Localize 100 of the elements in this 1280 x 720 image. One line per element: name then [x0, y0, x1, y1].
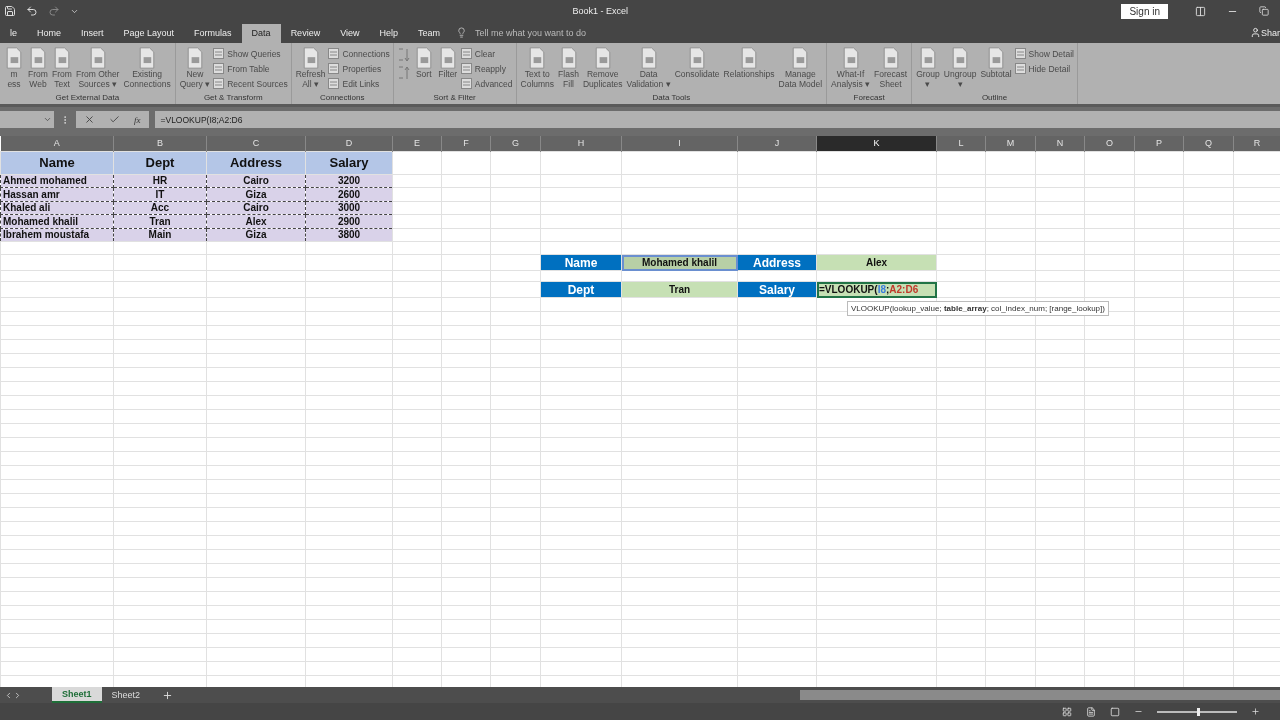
ribbon-button[interactable]: Clear	[460, 47, 513, 60]
group-label: Sort & Filter	[432, 93, 477, 104]
ribbon-button[interactable]: Group ▾	[915, 45, 941, 93]
column-header[interactable]: R	[1233, 136, 1280, 151]
document-icon	[986, 47, 1006, 69]
ribbon-button[interactable]: Edit Links	[328, 77, 390, 90]
column-header[interactable]: P	[1134, 136, 1184, 151]
ribbon-tab[interactable]: Data	[241, 24, 281, 43]
group-label: Get External Data	[54, 93, 121, 104]
column-header[interactable]: J	[737, 136, 817, 151]
ribbon-button[interactable]: Recent Sources	[213, 77, 288, 90]
list-icon	[213, 63, 225, 74]
ribbon-button[interactable]: Ungroup ▾	[942, 45, 978, 93]
insert-function-button[interactable]: fx	[134, 114, 141, 125]
ribbon-tab[interactable]: Team	[408, 24, 451, 43]
ribbon-tab[interactable]: Review	[280, 24, 331, 43]
table-cell: 2600	[305, 187, 393, 201]
list-icon	[328, 63, 340, 74]
zoom-slider[interactable]	[1157, 710, 1237, 713]
column-header[interactable]: F	[441, 136, 491, 151]
ribbon-tab[interactable]: le	[0, 24, 27, 43]
document-icon	[52, 47, 72, 69]
save-icon[interactable]	[4, 5, 16, 17]
ribbon-tab[interactable]: Formulas	[184, 24, 242, 43]
table-cell: Alex	[206, 214, 306, 228]
column-header[interactable]: O	[1084, 136, 1135, 151]
ribbon-button[interactable]: From Web	[27, 45, 49, 93]
add-sheet-icon[interactable]	[162, 689, 174, 701]
ribbon-button[interactable]: Reapply	[460, 62, 513, 75]
ribbon-button[interactable]: New Query ▾	[178, 45, 212, 93]
scroll-right-icon[interactable]	[13, 690, 22, 700]
ribbon-button[interactable]: From Other Sources ▾	[75, 45, 121, 93]
ribbon-button[interactable]: Properties	[328, 62, 390, 75]
column-header[interactable]: B	[113, 136, 207, 151]
list-icon	[1014, 63, 1026, 74]
column-header[interactable]: K	[816, 136, 937, 151]
lightbulb-icon[interactable]	[456, 27, 468, 38]
table-header-cell: Name	[0, 151, 114, 174]
ribbon-button[interactable]: Existing Connections	[122, 45, 172, 93]
column-header[interactable]: I	[621, 136, 738, 151]
function-tooltip: VLOOKUP(lookup_value; table_array; col_index_num; [range_lookup])	[847, 301, 1109, 316]
table-cell: Giza	[206, 187, 306, 201]
redo-icon[interactable]	[48, 5, 60, 17]
normal-view-icon[interactable]	[1062, 706, 1072, 717]
table-cell: Giza	[206, 228, 306, 242]
ribbon-button[interactable]: Subtotal	[979, 45, 1013, 93]
ribbon-button[interactable]: Data Validation ▾	[625, 45, 672, 93]
enter-icon[interactable]	[109, 114, 120, 125]
list-icon	[213, 78, 225, 89]
ribbon-button[interactable]: Text to Columns	[519, 45, 556, 93]
ribbon-button[interactable]: Relationships	[722, 45, 776, 93]
sign-in-button[interactable]: Sign in	[1121, 3, 1168, 19]
ribbon-button[interactable]: Show Queries	[213, 47, 288, 60]
zoom-in-icon[interactable]	[1251, 707, 1260, 716]
ribbon-button[interactable]: From Table	[213, 62, 288, 75]
ribbon-tab[interactable]: Help	[369, 24, 408, 43]
ribbon-button[interactable]: Show Detail	[1014, 47, 1074, 60]
ribbon-button[interactable]: m ess	[3, 45, 25, 93]
column-header[interactable]: C	[206, 136, 306, 151]
column-header[interactable]: Q	[1183, 136, 1234, 151]
restore-icon[interactable]	[1259, 6, 1269, 16]
table-cell: Ibrahem moustafa	[0, 228, 114, 242]
column-header[interactable]: M	[985, 136, 1036, 151]
tell-me-field[interactable]: Tell me what you want to do	[467, 28, 595, 43]
column-header[interactable]: D	[305, 136, 393, 151]
ribbon-tab[interactable]: View	[330, 24, 370, 43]
ribbon-button[interactable]: Sort	[412, 45, 435, 93]
group-label: Forecast	[852, 93, 886, 104]
ribbon-tab[interactable]: Home	[27, 24, 72, 43]
horizontal-scrollbar[interactable]	[800, 690, 1280, 700]
table-cell: Tran	[113, 214, 207, 228]
ribbon-button[interactable]: Hide Detail	[1014, 62, 1074, 75]
share-button[interactable]: Shar	[1261, 28, 1280, 43]
scroll-left-icon[interactable]	[4, 690, 13, 700]
ribbon-button[interactable]: Remove Duplicates	[581, 45, 624, 93]
ribbon-tab[interactable]: Page Layout	[113, 24, 185, 43]
ribbon-button[interactable]: Connections	[328, 47, 390, 60]
formula-field[interactable]: =VLOOKUP(I8;A2:D6	[154, 111, 1280, 128]
ribbon-button[interactable]: From Text	[51, 45, 73, 93]
column-header[interactable]: N	[1035, 136, 1085, 151]
ribbon-button[interactable]: Consolidate	[673, 45, 721, 93]
group-label: Data Tools	[651, 93, 692, 104]
column-header[interactable]: H	[540, 136, 622, 151]
ribbon-tab[interactable]: Insert	[71, 24, 114, 43]
column-header[interactable]: E	[392, 136, 442, 151]
page-layout-icon[interactable]	[1086, 706, 1096, 717]
ribbon-button[interactable]: What-If Analysis ▾	[830, 45, 872, 93]
ribbon-button[interactable]: Forecast Sheet	[873, 45, 909, 93]
sheet-tab[interactable]: Sheet2	[101, 688, 151, 702]
ribbon-button[interactable]: Flash Fill	[557, 45, 580, 93]
column-header[interactable]: A	[0, 136, 114, 151]
undo-icon[interactable]	[26, 5, 38, 17]
column-header[interactable]: L	[936, 136, 986, 151]
ribbon-button[interactable]: Advanced	[460, 77, 513, 90]
cancel-icon[interactable]	[84, 114, 95, 125]
ribbon-button[interactable]: Filter	[436, 45, 459, 93]
ribbon-button[interactable]: Refresh All ▾	[294, 45, 327, 93]
column-header[interactable]: G	[490, 136, 541, 151]
ribbon-button[interactable]: Manage Data Model	[777, 45, 824, 93]
sheet-tab[interactable]: Sheet1	[52, 687, 102, 703]
